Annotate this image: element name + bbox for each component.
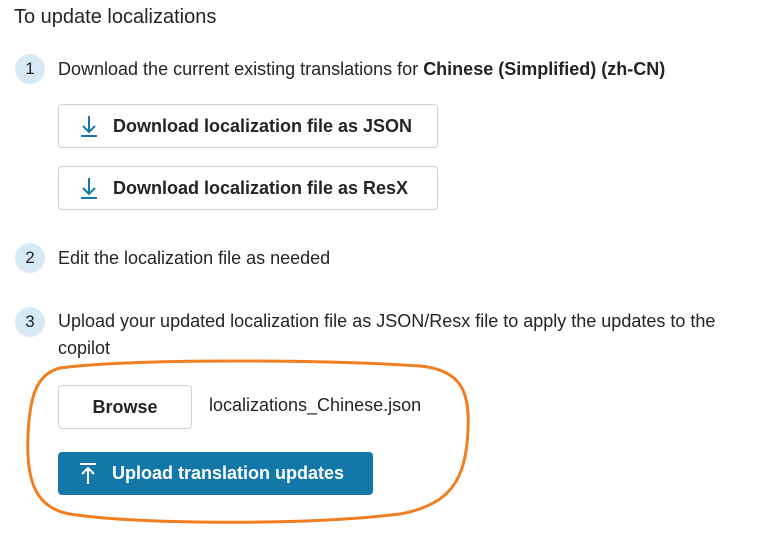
step-1-language: Chinese (Simplified) (zh-CN) xyxy=(423,59,666,79)
browse-button[interactable]: Browse xyxy=(58,385,192,429)
step-number-2: 2 xyxy=(15,243,45,273)
download-arrow-icon xyxy=(79,176,99,200)
section-title: To update localizations xyxy=(14,6,217,28)
step-number-1: 1 xyxy=(15,54,45,84)
upload-arrow-icon xyxy=(78,462,98,486)
step-number-3: 3 xyxy=(15,307,45,337)
step-1-text: Download the current existing translatio… xyxy=(58,56,665,82)
upload-translation-button[interactable]: Upload translation updates xyxy=(58,452,373,495)
step-3-text-line2: copilot xyxy=(58,338,111,358)
step-1-text-prefix: Download the current existing translatio… xyxy=(58,59,424,79)
selected-file-name: localizations_Chinese.json xyxy=(209,395,422,415)
step-2-text: Edit the localization file as needed xyxy=(58,248,331,268)
upload-translation-label: Upload translation updates xyxy=(112,463,345,483)
step-3-text-line1: Upload your updated localization file as… xyxy=(58,311,716,331)
download-json-label: Download localization file as JSON xyxy=(113,115,413,136)
download-resx-button[interactable]: Download localization file as ResX xyxy=(58,166,438,210)
download-json-button[interactable]: Download localization file as JSON xyxy=(58,104,438,148)
download-resx-label: Download localization file as ResX xyxy=(113,177,409,198)
download-arrow-icon xyxy=(79,114,99,138)
